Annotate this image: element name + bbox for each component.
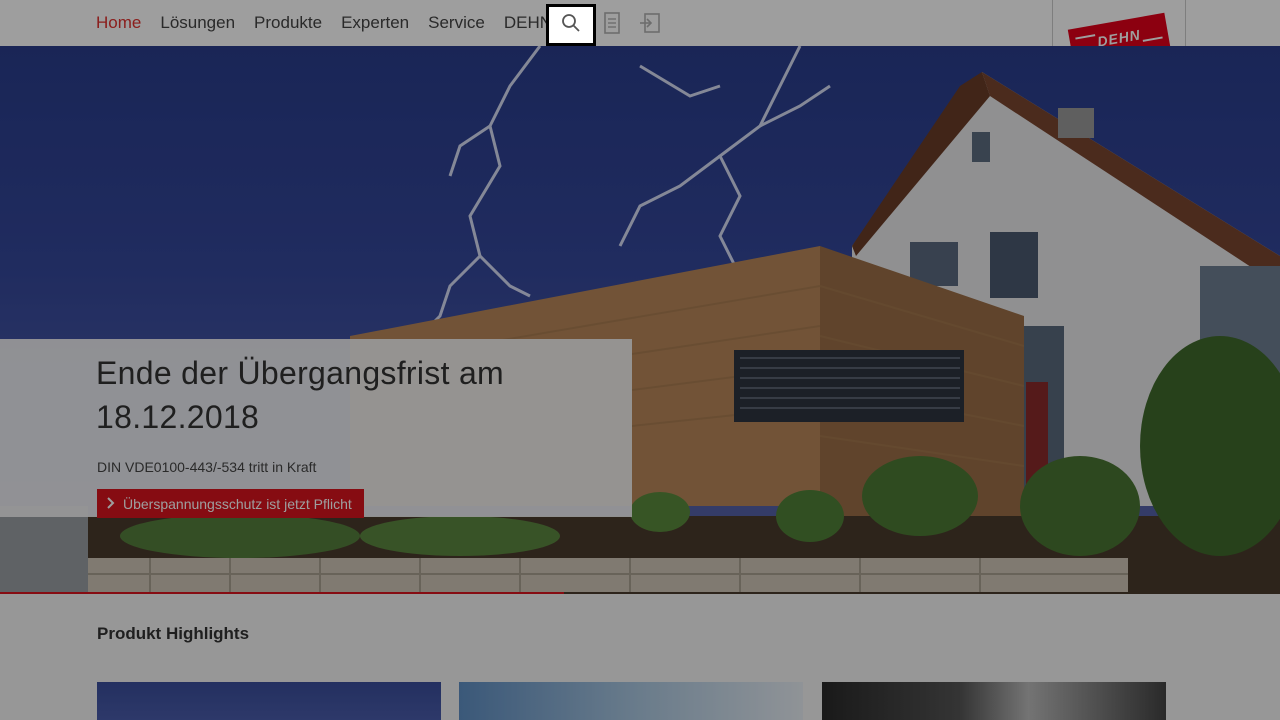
highlight-card[interactable] bbox=[459, 682, 803, 720]
nav-item-produkte[interactable]: Produkte bbox=[254, 13, 322, 33]
main-nav: Home Lösungen Produkte Experten Service … bbox=[96, 0, 571, 46]
slider-progress-bar bbox=[0, 592, 564, 594]
highlight-card[interactable] bbox=[97, 682, 441, 720]
hero-subtitle: DIN VDE0100-443/-534 tritt in Kraft bbox=[97, 459, 317, 475]
hero-title: Ende der Übergangsfrist am 18.12.2018 bbox=[96, 355, 505, 435]
nav-item-experten[interactable]: Experten bbox=[341, 13, 409, 33]
hero-teaser: Ende der Übergangsfrist am 18.12.2018 DI… bbox=[0, 339, 632, 518]
hero-banner: Ende der Übergangsfrist am 18.12.2018 DI… bbox=[0, 46, 1280, 594]
section-title-highlights: Produkt Highlights bbox=[97, 624, 250, 643]
highlight-card[interactable] bbox=[822, 682, 1166, 720]
nav-item-service[interactable]: Service bbox=[428, 13, 485, 33]
login-icon bbox=[639, 12, 661, 39]
login-button[interactable] bbox=[636, 11, 664, 39]
hero-cta-button[interactable]: Überspannungsschutz ist jetzt Pflicht bbox=[97, 489, 364, 518]
hero-cta-label: Überspannungsschutz ist jetzt Pflicht bbox=[123, 495, 352, 512]
nav-item-home[interactable]: Home bbox=[96, 13, 141, 33]
header-tools bbox=[546, 4, 664, 46]
chevron-right-icon bbox=[107, 496, 115, 512]
nav-item-dehn[interactable]: DEHN bbox=[504, 13, 552, 33]
search-button[interactable] bbox=[546, 4, 596, 46]
document-icon bbox=[603, 11, 621, 39]
document-button[interactable] bbox=[598, 11, 626, 39]
nav-item-loesungen[interactable]: Lösungen bbox=[160, 13, 235, 33]
search-icon bbox=[561, 13, 581, 38]
